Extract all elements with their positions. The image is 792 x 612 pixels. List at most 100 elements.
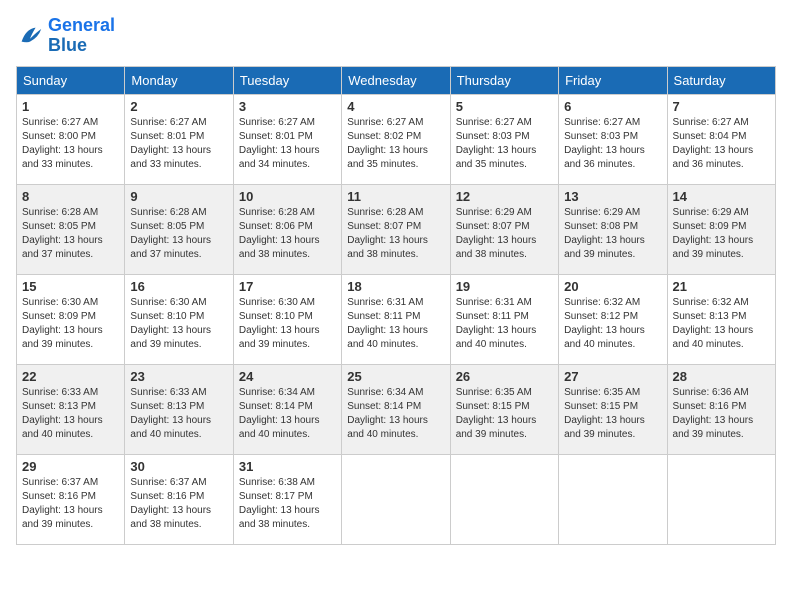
day-info: Sunrise: 6:34 AM Sunset: 8:14 PM Dayligh… [347,386,444,442]
calendar-day-cell: 26 Sunrise: 6:35 AM Sunset: 8:15 PM Dayl… [450,364,558,454]
day-of-week-header: Sunday [17,66,125,94]
calendar-week-row: 22 Sunrise: 6:33 AM Sunset: 8:13 PM Dayl… [17,364,776,454]
day-info: Sunrise: 6:37 AM Sunset: 8:16 PM Dayligh… [130,476,227,532]
day-number: 7 [673,99,770,114]
day-info: Sunrise: 6:30 AM Sunset: 8:09 PM Dayligh… [22,296,119,352]
calendar-day-cell: 16 Sunrise: 6:30 AM Sunset: 8:10 PM Dayl… [125,274,233,364]
calendar-day-cell: 6 Sunrise: 6:27 AM Sunset: 8:03 PM Dayli… [559,94,667,184]
calendar-week-row: 15 Sunrise: 6:30 AM Sunset: 8:09 PM Dayl… [17,274,776,364]
day-info: Sunrise: 6:28 AM Sunset: 8:06 PM Dayligh… [239,206,336,262]
day-info: Sunrise: 6:35 AM Sunset: 8:15 PM Dayligh… [456,386,553,442]
day-number: 29 [22,459,119,474]
day-info: Sunrise: 6:31 AM Sunset: 8:11 PM Dayligh… [347,296,444,352]
calendar-day-cell [559,454,667,544]
calendar-day-cell: 4 Sunrise: 6:27 AM Sunset: 8:02 PM Dayli… [342,94,450,184]
day-number: 10 [239,189,336,204]
calendar-day-cell: 30 Sunrise: 6:37 AM Sunset: 8:16 PM Dayl… [125,454,233,544]
day-number: 17 [239,279,336,294]
calendar-day-cell: 11 Sunrise: 6:28 AM Sunset: 8:07 PM Dayl… [342,184,450,274]
day-info: Sunrise: 6:32 AM Sunset: 8:12 PM Dayligh… [564,296,661,352]
day-of-week-header: Friday [559,66,667,94]
day-info: Sunrise: 6:30 AM Sunset: 8:10 PM Dayligh… [130,296,227,352]
day-number: 12 [456,189,553,204]
day-number: 9 [130,189,227,204]
logo: General Blue [16,16,115,56]
calendar-header-row: SundayMondayTuesdayWednesdayThursdayFrid… [17,66,776,94]
calendar-day-cell: 3 Sunrise: 6:27 AM Sunset: 8:01 PM Dayli… [233,94,341,184]
day-info: Sunrise: 6:31 AM Sunset: 8:11 PM Dayligh… [456,296,553,352]
day-number: 23 [130,369,227,384]
day-info: Sunrise: 6:27 AM Sunset: 8:03 PM Dayligh… [456,116,553,172]
day-number: 2 [130,99,227,114]
calendar-day-cell: 13 Sunrise: 6:29 AM Sunset: 8:08 PM Dayl… [559,184,667,274]
calendar-day-cell: 12 Sunrise: 6:29 AM Sunset: 8:07 PM Dayl… [450,184,558,274]
day-info: Sunrise: 6:29 AM Sunset: 8:08 PM Dayligh… [564,206,661,262]
day-number: 25 [347,369,444,384]
day-info: Sunrise: 6:27 AM Sunset: 8:00 PM Dayligh… [22,116,119,172]
calendar-day-cell: 9 Sunrise: 6:28 AM Sunset: 8:05 PM Dayli… [125,184,233,274]
day-number: 6 [564,99,661,114]
day-number: 14 [673,189,770,204]
day-info: Sunrise: 6:29 AM Sunset: 8:07 PM Dayligh… [456,206,553,262]
day-info: Sunrise: 6:27 AM Sunset: 8:01 PM Dayligh… [130,116,227,172]
calendar-week-row: 1 Sunrise: 6:27 AM Sunset: 8:00 PM Dayli… [17,94,776,184]
calendar-day-cell: 8 Sunrise: 6:28 AM Sunset: 8:05 PM Dayli… [17,184,125,274]
day-number: 1 [22,99,119,114]
day-info: Sunrise: 6:33 AM Sunset: 8:13 PM Dayligh… [22,386,119,442]
calendar-day-cell: 29 Sunrise: 6:37 AM Sunset: 8:16 PM Dayl… [17,454,125,544]
day-info: Sunrise: 6:32 AM Sunset: 8:13 PM Dayligh… [673,296,770,352]
day-number: 24 [239,369,336,384]
day-info: Sunrise: 6:33 AM Sunset: 8:13 PM Dayligh… [130,386,227,442]
calendar-day-cell: 22 Sunrise: 6:33 AM Sunset: 8:13 PM Dayl… [17,364,125,454]
day-number: 28 [673,369,770,384]
day-number: 19 [456,279,553,294]
calendar-day-cell: 14 Sunrise: 6:29 AM Sunset: 8:09 PM Dayl… [667,184,775,274]
calendar-day-cell [450,454,558,544]
calendar-table: SundayMondayTuesdayWednesdayThursdayFrid… [16,66,776,545]
day-info: Sunrise: 6:36 AM Sunset: 8:16 PM Dayligh… [673,386,770,442]
calendar-day-cell: 27 Sunrise: 6:35 AM Sunset: 8:15 PM Dayl… [559,364,667,454]
day-number: 20 [564,279,661,294]
day-info: Sunrise: 6:27 AM Sunset: 8:01 PM Dayligh… [239,116,336,172]
day-info: Sunrise: 6:28 AM Sunset: 8:05 PM Dayligh… [130,206,227,262]
day-info: Sunrise: 6:28 AM Sunset: 8:07 PM Dayligh… [347,206,444,262]
calendar-day-cell: 10 Sunrise: 6:28 AM Sunset: 8:06 PM Dayl… [233,184,341,274]
day-number: 30 [130,459,227,474]
day-number: 5 [456,99,553,114]
calendar-day-cell: 1 Sunrise: 6:27 AM Sunset: 8:00 PM Dayli… [17,94,125,184]
calendar-week-row: 8 Sunrise: 6:28 AM Sunset: 8:05 PM Dayli… [17,184,776,274]
calendar-day-cell: 18 Sunrise: 6:31 AM Sunset: 8:11 PM Dayl… [342,274,450,364]
day-number: 21 [673,279,770,294]
day-info: Sunrise: 6:37 AM Sunset: 8:16 PM Dayligh… [22,476,119,532]
calendar-day-cell: 28 Sunrise: 6:36 AM Sunset: 8:16 PM Dayl… [667,364,775,454]
logo-icon [16,22,44,50]
day-info: Sunrise: 6:35 AM Sunset: 8:15 PM Dayligh… [564,386,661,442]
day-info: Sunrise: 6:27 AM Sunset: 8:02 PM Dayligh… [347,116,444,172]
page-header: General Blue [16,16,776,56]
calendar-day-cell [667,454,775,544]
day-number: 15 [22,279,119,294]
day-number: 31 [239,459,336,474]
day-of-week-header: Tuesday [233,66,341,94]
day-number: 27 [564,369,661,384]
calendar-day-cell: 21 Sunrise: 6:32 AM Sunset: 8:13 PM Dayl… [667,274,775,364]
day-number: 3 [239,99,336,114]
day-info: Sunrise: 6:28 AM Sunset: 8:05 PM Dayligh… [22,206,119,262]
calendar-day-cell: 2 Sunrise: 6:27 AM Sunset: 8:01 PM Dayli… [125,94,233,184]
day-of-week-header: Monday [125,66,233,94]
calendar-day-cell: 5 Sunrise: 6:27 AM Sunset: 8:03 PM Dayli… [450,94,558,184]
day-info: Sunrise: 6:27 AM Sunset: 8:03 PM Dayligh… [564,116,661,172]
logo-text: General Blue [48,16,115,56]
calendar-day-cell: 23 Sunrise: 6:33 AM Sunset: 8:13 PM Dayl… [125,364,233,454]
day-info: Sunrise: 6:38 AM Sunset: 8:17 PM Dayligh… [239,476,336,532]
day-number: 8 [22,189,119,204]
calendar-day-cell: 20 Sunrise: 6:32 AM Sunset: 8:12 PM Dayl… [559,274,667,364]
day-info: Sunrise: 6:30 AM Sunset: 8:10 PM Dayligh… [239,296,336,352]
day-number: 22 [22,369,119,384]
calendar-week-row: 29 Sunrise: 6:37 AM Sunset: 8:16 PM Dayl… [17,454,776,544]
day-number: 26 [456,369,553,384]
calendar-day-cell: 31 Sunrise: 6:38 AM Sunset: 8:17 PM Dayl… [233,454,341,544]
day-number: 18 [347,279,444,294]
calendar-day-cell: 25 Sunrise: 6:34 AM Sunset: 8:14 PM Dayl… [342,364,450,454]
day-of-week-header: Saturday [667,66,775,94]
